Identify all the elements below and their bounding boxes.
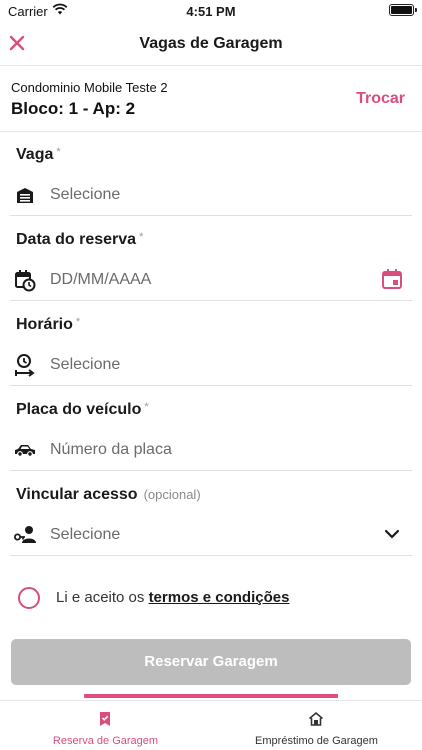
home-indicator <box>84 694 338 698</box>
garage-icon <box>17 188 33 203</box>
terms-text: Li e aceito os termos e condições <box>56 589 289 606</box>
placa-placeholder: Número da placa <box>50 441 172 458</box>
required-mark: * <box>75 316 81 328</box>
horario-value: Selecione <box>50 356 121 373</box>
bookmark-icon <box>100 712 110 726</box>
horario-label: Horário * <box>16 316 80 334</box>
optional-tag: (opcional) <box>143 487 201 502</box>
placa-label-text: Placa do veículo <box>16 401 142 418</box>
vaga-value: Selecione <box>50 186 121 203</box>
switch-condo-button[interactable]: Trocar <box>356 90 405 108</box>
terms-row: Li e aceito os termos e condições <box>18 586 408 610</box>
acesso-label: Vincular acesso (opcional) <box>16 486 201 504</box>
terms-checkbox[interactable] <box>18 587 40 609</box>
data-label-text: Data do reserva <box>16 231 137 248</box>
page-title: Vagas de Garagem <box>139 35 283 52</box>
vaga-label: Vaga * <box>16 146 61 164</box>
vaga-select[interactable]: Selecione <box>10 172 412 216</box>
vaga-label-text: Vaga <box>16 146 54 163</box>
battery-icon <box>389 4 417 16</box>
tab-bar: Reserva de Garagem Empréstimo de Garagem <box>0 700 422 750</box>
car-icon <box>15 445 35 457</box>
tab-reserva-label: Reserva de Garagem <box>52 735 159 747</box>
calendar-icon[interactable] <box>380 267 404 291</box>
chevron-down-icon[interactable] <box>380 522 404 546</box>
condo-header: Condominio Mobile Teste 2 Bloco: 1 - Ap:… <box>0 66 422 132</box>
tab-reserva[interactable]: Reserva de Garagem <box>0 701 211 750</box>
placa-label: Placa do veículo * <box>16 401 149 419</box>
terms-link[interactable]: termos e condições <box>149 589 290 606</box>
acesso-select[interactable]: Selecione <box>10 512 412 556</box>
condo-unit: Bloco: 1 - Ap: 2 <box>11 99 136 118</box>
navigation-bar: Vagas de Garagem <box>0 22 422 66</box>
key-person-icon <box>14 526 36 543</box>
terms-prefix: Li e aceito os <box>56 589 145 606</box>
required-mark: * <box>144 401 149 413</box>
acesso-value: Selecione <box>50 526 121 543</box>
clock: 4:51 PM <box>186 4 236 19</box>
time-range-icon <box>15 354 35 377</box>
tab-emprestimo[interactable]: Empréstimo de Garagem <box>211 701 422 750</box>
reserve-garage-button[interactable]: Reservar Garagem <box>11 639 411 685</box>
status-bar: Carrier 4:51 PM <box>0 0 422 22</box>
horario-select[interactable]: Selecione <box>10 342 412 386</box>
required-mark: * <box>56 146 61 158</box>
data-label: Data do reserva * <box>16 231 143 249</box>
tab-emprestimo-label: Empréstimo de Garagem <box>255 735 378 747</box>
required-mark: * <box>139 231 144 243</box>
home-icon <box>308 711 324 726</box>
acesso-label-text: Vincular acesso <box>16 486 138 503</box>
placa-input[interactable]: Número da placa <box>10 427 412 471</box>
calendar-clock-icon <box>15 270 36 292</box>
date-field[interactable]: DD/MM/AAAA <box>10 257 412 301</box>
horario-label-text: Horário <box>16 316 73 333</box>
condo-name: Condominio Mobile Teste 2 <box>11 80 168 95</box>
date-placeholder: DD/MM/AAAA <box>50 271 152 288</box>
